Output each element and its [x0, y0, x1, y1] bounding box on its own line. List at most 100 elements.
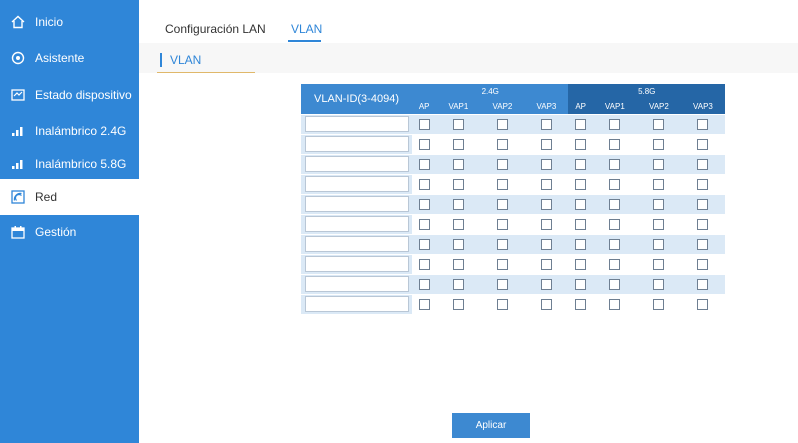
vlan-checkbox[interactable]: [540, 258, 552, 270]
vlan-checkbox[interactable]: [575, 298, 587, 310]
sidebar-item-inicio[interactable]: Inicio: [0, 4, 139, 40]
vlan-checkbox[interactable]: [697, 238, 709, 250]
vlan-checkbox[interactable]: [609, 118, 621, 130]
vlan-checkbox[interactable]: [609, 198, 621, 210]
vlan-checkbox[interactable]: [575, 218, 587, 230]
vlan-checkbox[interactable]: [697, 218, 709, 230]
vlan-checkbox[interactable]: [540, 138, 552, 150]
vlan-checkbox[interactable]: [697, 178, 709, 190]
vlan-checkbox[interactable]: [418, 278, 430, 290]
tab-vlan[interactable]: VLAN: [291, 22, 322, 36]
vlan-checkbox[interactable]: [452, 218, 464, 230]
sidebar-item-inalambrico-58g[interactable]: Inalámbrico 5.8G: [0, 146, 139, 182]
vlan-id-input[interactable]: [304, 276, 409, 292]
vlan-checkbox[interactable]: [653, 278, 665, 290]
vlan-checkbox[interactable]: [653, 238, 665, 250]
vlan-id-input[interactable]: [304, 116, 409, 132]
vlan-checkbox[interactable]: [418, 178, 430, 190]
vlan-checkbox[interactable]: [496, 258, 508, 270]
vlan-checkbox[interactable]: [575, 238, 587, 250]
vlan-checkbox[interactable]: [496, 138, 508, 150]
vlan-checkbox[interactable]: [697, 118, 709, 130]
vlan-checkbox[interactable]: [418, 158, 430, 170]
vlan-checkbox[interactable]: [452, 158, 464, 170]
vlan-id-input[interactable]: [304, 256, 409, 272]
vlan-checkbox[interactable]: [575, 198, 587, 210]
vlan-checkbox[interactable]: [697, 298, 709, 310]
vlan-checkbox[interactable]: [540, 118, 552, 130]
sidebar-item-red[interactable]: Red: [0, 179, 139, 215]
vlan-checkbox[interactable]: [496, 218, 508, 230]
vlan-checkbox[interactable]: [540, 178, 552, 190]
vlan-checkbox[interactable]: [609, 238, 621, 250]
vlan-checkbox[interactable]: [697, 198, 709, 210]
vlan-checkbox[interactable]: [697, 258, 709, 270]
vlan-checkbox[interactable]: [540, 198, 552, 210]
vlan-checkbox[interactable]: [418, 298, 430, 310]
sidebar-item-asistente[interactable]: Asistente: [0, 40, 139, 76]
vlan-checkbox[interactable]: [575, 158, 587, 170]
vlan-checkbox[interactable]: [609, 278, 621, 290]
vlan-id-input[interactable]: [304, 216, 409, 232]
vlan-checkbox[interactable]: [418, 138, 430, 150]
vlan-id-input[interactable]: [304, 136, 409, 152]
vlan-checkbox[interactable]: [653, 138, 665, 150]
vlan-checkbox[interactable]: [653, 298, 665, 310]
vlan-checkbox[interactable]: [452, 138, 464, 150]
vlan-checkbox[interactable]: [496, 298, 508, 310]
vlan-checkbox[interactable]: [653, 218, 665, 230]
tab-configuracion-lan[interactable]: Configuración LAN: [165, 22, 266, 36]
vlan-checkbox[interactable]: [575, 118, 587, 130]
vlan-checkbox[interactable]: [575, 278, 587, 290]
vlan-checkbox[interactable]: [540, 278, 552, 290]
apply-button[interactable]: Aplicar: [452, 413, 530, 438]
vlan-checkbox[interactable]: [653, 158, 665, 170]
vlan-checkbox[interactable]: [452, 198, 464, 210]
vlan-checkbox[interactable]: [609, 178, 621, 190]
vlan-checkbox[interactable]: [697, 278, 709, 290]
vlan-checkbox[interactable]: [575, 178, 587, 190]
vlan-checkbox[interactable]: [452, 118, 464, 130]
vlan-checkbox[interactable]: [496, 238, 508, 250]
vlan-checkbox[interactable]: [609, 138, 621, 150]
vlan-id-input[interactable]: [304, 236, 409, 252]
vlan-checkbox[interactable]: [418, 198, 430, 210]
vlan-checkbox[interactable]: [540, 298, 552, 310]
vlan-checkbox[interactable]: [609, 158, 621, 170]
vlan-checkbox[interactable]: [653, 198, 665, 210]
vlan-checkbox[interactable]: [653, 118, 665, 130]
vlan-checkbox[interactable]: [418, 218, 430, 230]
vlan-checkbox[interactable]: [697, 158, 709, 170]
vlan-checkbox[interactable]: [653, 178, 665, 190]
vlan-checkbox[interactable]: [496, 118, 508, 130]
vlan-id-input[interactable]: [304, 156, 409, 172]
vlan-checkbox[interactable]: [540, 238, 552, 250]
vlan-checkbox[interactable]: [418, 238, 430, 250]
vlan-checkbox[interactable]: [697, 138, 709, 150]
vlan-checkbox[interactable]: [418, 258, 430, 270]
vlan-checkbox[interactable]: [653, 258, 665, 270]
vlan-checkbox[interactable]: [575, 138, 587, 150]
vlan-checkbox[interactable]: [452, 278, 464, 290]
vlan-checkbox[interactable]: [496, 278, 508, 290]
vlan-checkbox[interactable]: [496, 158, 508, 170]
vlan-checkbox[interactable]: [452, 238, 464, 250]
vlan-checkbox[interactable]: [496, 178, 508, 190]
sidebar-item-estado-dispositivo[interactable]: Estado dispositivo: [0, 77, 139, 113]
vlan-checkbox[interactable]: [540, 158, 552, 170]
vlan-checkbox[interactable]: [452, 298, 464, 310]
vlan-checkbox[interactable]: [496, 198, 508, 210]
sidebar-item-inalambrico-24g[interactable]: Inalámbrico 2.4G: [0, 113, 139, 149]
vlan-id-input[interactable]: [304, 296, 409, 313]
vlan-checkbox[interactable]: [575, 258, 587, 270]
vlan-id-input[interactable]: [304, 196, 409, 212]
vlan-id-input[interactable]: [304, 176, 409, 192]
vlan-checkbox[interactable]: [540, 218, 552, 230]
vlan-checkbox[interactable]: [609, 258, 621, 270]
sidebar-item-gestion[interactable]: Gestión: [0, 214, 139, 250]
vlan-checkbox[interactable]: [452, 178, 464, 190]
vlan-checkbox[interactable]: [418, 118, 430, 130]
vlan-checkbox[interactable]: [452, 258, 464, 270]
vlan-checkbox[interactable]: [609, 298, 621, 310]
vlan-checkbox[interactable]: [609, 218, 621, 230]
